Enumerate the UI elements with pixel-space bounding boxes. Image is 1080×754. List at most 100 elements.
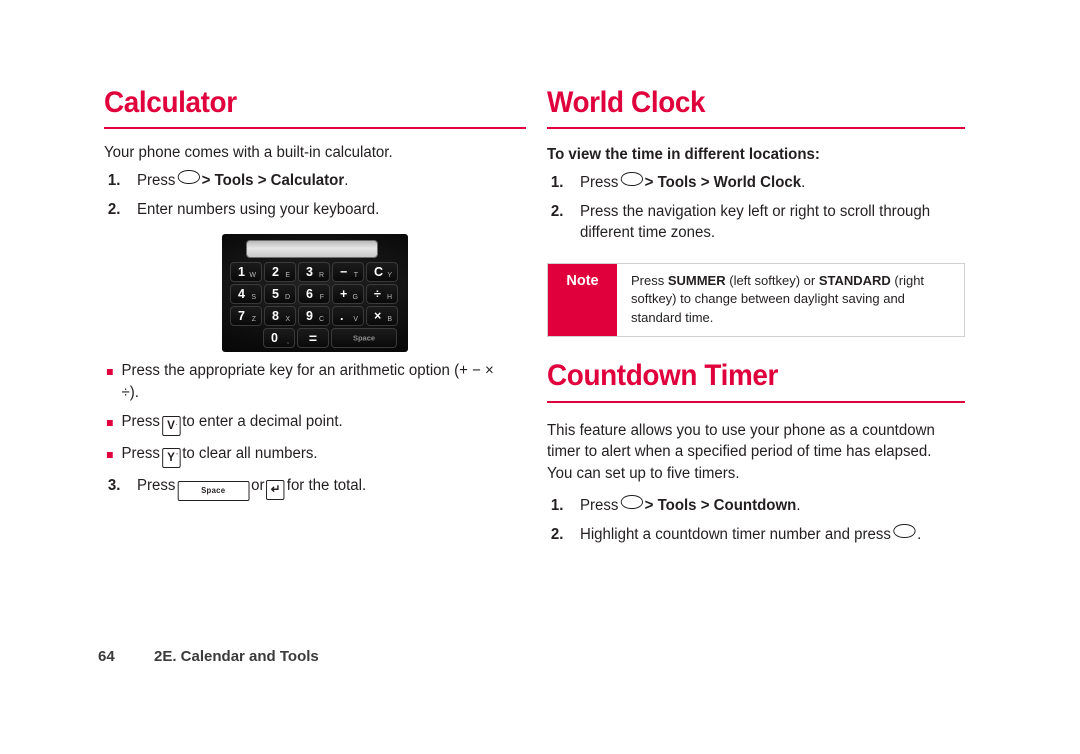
key-main: 4 — [238, 287, 245, 302]
keypad-key: 2 E — [264, 262, 296, 283]
world-clock-steps: 1. Press > Tools > World Clock. 2. Press th… — [547, 171, 965, 244]
bullet-item: Press V · to enter a decimal point. — [104, 411, 513, 436]
bullet-item: Press the appropriate key for an arithme… — [104, 360, 513, 403]
key-sub: B — [387, 316, 392, 324]
key-sub: T — [353, 272, 358, 280]
keypad-key: . V — [332, 306, 364, 327]
section-heading-countdown-timer: Countdown Timer — [547, 359, 779, 393]
key-main: C — [374, 265, 384, 280]
left-column: Calculator Your phone comes with a built… — [104, 87, 526, 501]
manual-page: Calculator Your phone comes with a built… — [0, 0, 1080, 754]
step-menu-path: > Tools > Countdown — [644, 497, 797, 515]
keycap-superscript: ’ — [176, 451, 178, 461]
space-key-icon: Space — [177, 480, 250, 501]
key-sub: F — [319, 294, 324, 302]
step-text-prefix: Press — [579, 497, 619, 515]
key-main: 9 — [306, 309, 313, 324]
keypad-figure-wrap: 1 W 2 E 3 R − T C Y 4 S 5 D 6 F + G ÷ H … — [104, 234, 526, 353]
step-item: 3. Press Space or ↵ for the total. — [104, 475, 513, 501]
key-main: 6 — [306, 287, 313, 302]
section-heading-world-clock: World Clock — [547, 86, 706, 119]
key-main: 0 — [271, 331, 278, 346]
step-item: 1. Press > Tools > Calculator. — [104, 169, 513, 192]
key-sub: X — [285, 316, 290, 324]
ok-key-icon — [620, 495, 643, 510]
calculator-steps: 1. Press > Tools > Calculator. 2. Enter num… — [104, 169, 526, 221]
keycap-label: ↵ — [270, 481, 281, 496]
keypad-key: × B — [366, 306, 398, 327]
keypad-key-space: Space — [331, 328, 397, 349]
keypad-display-bar — [246, 240, 378, 259]
key-main: 3 — [306, 265, 313, 280]
decimal-key-icon: V · — [161, 415, 181, 436]
step-text-suffix: . — [917, 525, 922, 543]
key-sub: H — [386, 294, 392, 302]
bullet-prefix: Press — [121, 444, 160, 462]
phone-keypad-image: 1 W 2 E 3 R − T C Y 4 S 5 D 6 F + G ÷ H … — [222, 234, 408, 353]
bullet-item: Press Y’ to clear all numbers. — [104, 443, 513, 468]
keypad-row: 1 W 2 E 3 R − T C Y — [230, 262, 400, 283]
key-main: 8 — [272, 309, 279, 324]
ok-key-icon — [892, 523, 916, 538]
keypad-key: 8 X — [264, 306, 296, 327]
step-item: 2. Press the navigation key left or right… — [547, 201, 952, 244]
keypad-row: 7 Z 8 X 9 C . V × B — [230, 306, 400, 327]
step-text: Enter numbers using your keyboard. — [136, 200, 380, 218]
countdown-steps: 1. Press > Tools > Countdown. 2. Highlight … — [547, 495, 965, 545]
key-main: 2 — [272, 265, 279, 280]
key-sub: Z — [251, 316, 256, 324]
keycap-letter: V — [167, 417, 175, 432]
key-main: × — [374, 309, 382, 324]
heading-rule — [547, 126, 965, 129]
keypad-key: + G — [332, 284, 364, 305]
note-seg-bold: SUMMER — [667, 273, 726, 289]
key-main: = — [308, 330, 318, 347]
step-menu-path: > Tools > Calculator — [201, 171, 345, 189]
note-seg: Press — [631, 273, 668, 289]
keycap-superscript: · — [175, 419, 178, 429]
step-text-suffix: for the total. — [286, 476, 367, 494]
keypad-key: 3 R — [298, 262, 330, 283]
ok-key-icon — [177, 169, 200, 184]
note-seg: (left softkey) or — [725, 273, 819, 289]
keypad-key: − T — [332, 262, 364, 283]
step-text-prefix: Press — [136, 171, 176, 189]
step-number: 2. — [107, 200, 121, 218]
ok-key-icon — [620, 171, 643, 186]
bullet-prefix: Press — [121, 412, 160, 430]
keypad-key: 4 S — [230, 284, 262, 305]
step-menu-path: > Tools > World Clock — [644, 173, 802, 191]
key-sub: C — [318, 316, 324, 324]
key-sub: V — [353, 316, 358, 324]
keypad-key: 6 F — [298, 284, 330, 305]
bullet-suffix: to clear all numbers. — [182, 444, 318, 462]
step-text-suffix: . — [344, 171, 349, 189]
note-box: Note Press SUMMER (left softkey) or STAN… — [547, 263, 965, 338]
keycap-label: Space — [201, 485, 226, 495]
keypad-key: 5 D — [264, 284, 296, 305]
enter-key-icon: ↵ — [266, 479, 285, 500]
step-number: 2. — [550, 202, 564, 220]
key-sub: W — [249, 272, 256, 280]
key-main: 1 — [238, 265, 245, 280]
keypad-key: 7 Z — [230, 306, 262, 327]
key-main: 5 — [272, 287, 279, 302]
step-text: Press the navigation key left or right t… — [579, 202, 931, 242]
step-number: 2. — [550, 525, 564, 543]
keypad-rows: 1 W 2 E 3 R − T C Y 4 S 5 D 6 F + G ÷ H … — [230, 262, 400, 350]
step-text-suffix: . — [796, 497, 801, 515]
world-clock-lead: To view the time in different locations: — [547, 145, 820, 163]
step-text-suffix: . — [801, 173, 806, 191]
key-sub: R — [318, 272, 324, 280]
key-main: Space — [352, 333, 376, 343]
keypad-key: 1 W — [230, 262, 262, 283]
keypad-row: 4 S 5 D 6 F + G ÷ H — [230, 284, 400, 305]
step-item: 2. Enter numbers using your keyboard. — [104, 199, 513, 221]
step-number: 1. — [550, 173, 564, 191]
key-sub: Y — [387, 272, 392, 280]
step-number: 3. — [107, 476, 121, 494]
keypad-key-zero: 0 , — [263, 328, 295, 349]
calculator-intro: Your phone comes with a built-in calcula… — [104, 143, 393, 161]
countdown-intro: This feature allows you to use your phon… — [547, 421, 935, 482]
step-text-prefix: Press — [136, 476, 176, 494]
